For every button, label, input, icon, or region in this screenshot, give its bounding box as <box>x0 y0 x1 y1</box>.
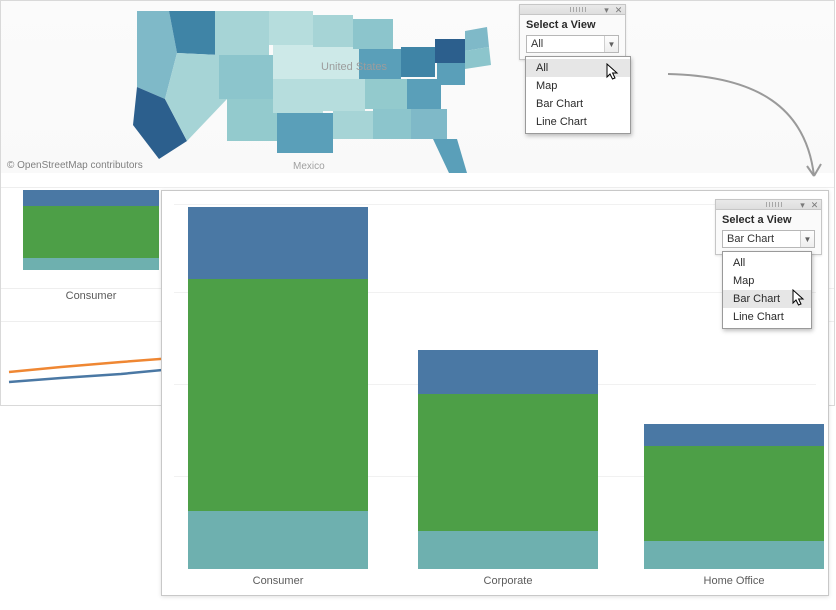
option-line-chart[interactable]: Line Chart <box>723 308 811 326</box>
bar-seg-teal <box>644 541 824 569</box>
bar-seg-teal <box>418 531 598 569</box>
map-country-label: United States <box>321 61 387 73</box>
parameter-dropdown-list: All Map Bar Chart Line Chart <box>722 251 812 329</box>
parameter-value: Bar Chart <box>727 233 774 245</box>
chevron-down-icon[interactable]: ▼ <box>604 36 618 52</box>
grip-icon <box>766 202 784 207</box>
option-all[interactable]: All <box>723 254 811 272</box>
card-close-icon[interactable]: ✕ <box>810 201 819 210</box>
map-mexico-label: Mexico <box>293 161 325 172</box>
parameter-select-view-card: ▾ ✕ Select a View All ▼ <box>519 4 626 60</box>
map-attribution: © OpenStreetMap contributors <box>7 160 143 171</box>
bar-seg-green <box>418 394 598 531</box>
card-menu-icon[interactable]: ▾ <box>602 6 611 15</box>
category-label-corporate: Corporate <box>418 575 598 587</box>
chevron-down-icon[interactable]: ▼ <box>800 231 814 247</box>
card-titlebar[interactable]: ▾ ✕ <box>716 200 821 210</box>
parameter-select-view-card: ▾ ✕ Select a View Bar Chart ▼ <box>715 199 822 255</box>
parameter-value: All <box>531 38 543 50</box>
grip-icon <box>570 7 588 12</box>
category-label-home-office: Home Office <box>644 575 824 587</box>
us-map <box>131 1 551 173</box>
parameter-dropdown[interactable]: All ▼ <box>526 35 619 53</box>
option-all[interactable]: All <box>526 59 630 77</box>
bar-seg-teal <box>188 511 368 569</box>
parameter-title: Select a View <box>520 15 625 33</box>
bar-seg-green <box>644 446 824 541</box>
bar-seg-blue <box>188 207 368 279</box>
card-titlebar[interactable]: ▾ ✕ <box>520 5 625 15</box>
card-close-icon[interactable]: ✕ <box>614 6 623 15</box>
bar-seg-green <box>188 279 368 511</box>
bar-chart[interactable]: Consumer Corporate Home Office <box>174 201 816 569</box>
option-bar-chart[interactable]: Bar Chart <box>526 95 630 113</box>
bar-seg-blue <box>644 424 824 446</box>
map-view[interactable]: United States Mexico © OpenStreetMap con… <box>1 1 834 173</box>
bar-mini-label: Consumer <box>23 290 159 302</box>
option-map[interactable]: Map <box>526 77 630 95</box>
parameter-dropdown[interactable]: Bar Chart ▼ <box>722 230 815 248</box>
bar-seg-blue <box>418 350 598 394</box>
parameter-dropdown-list: All Map Bar Chart Line Chart <box>525 56 631 134</box>
category-label-consumer: Consumer <box>188 575 368 587</box>
option-line-chart[interactable]: Line Chart <box>526 113 630 131</box>
dashboard-bar-chart-view: Consumer Corporate Home Office ▾ <box>161 190 829 596</box>
card-menu-icon[interactable]: ▾ <box>798 201 807 210</box>
parameter-title: Select a View <box>716 210 821 228</box>
option-map[interactable]: Map <box>723 272 811 290</box>
line-chart-mini <box>1 322 181 406</box>
option-bar-chart[interactable]: Bar Chart <box>723 290 811 308</box>
